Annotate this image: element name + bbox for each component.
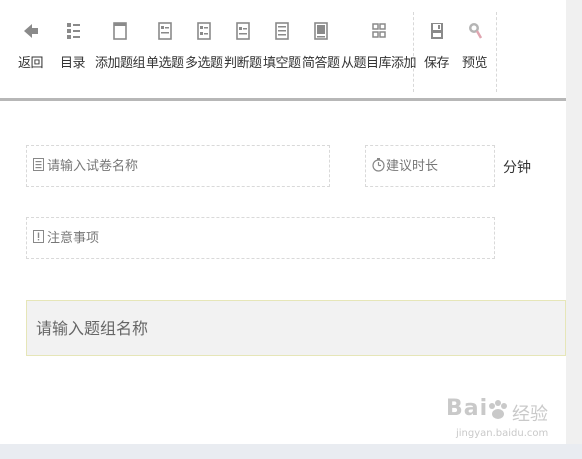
fill-blank-button[interactable]: 填空题: [263, 20, 301, 71]
short-answer-button[interactable]: 简答题: [302, 20, 340, 71]
short-answer-icon: [313, 22, 328, 40]
judgment-label: 判断题: [224, 56, 262, 71]
judgment-button[interactable]: 判断题: [224, 20, 262, 71]
add-from-bank-button[interactable]: 从题目库添加: [341, 20, 417, 71]
watermark-brand-cn: 经验: [512, 404, 548, 425]
clock-icon: [372, 158, 385, 172]
back-label: 返回: [18, 56, 44, 71]
add-group-icon: [113, 22, 127, 40]
multi-choice-label: 多选题: [185, 56, 223, 71]
save-icon: [430, 23, 443, 39]
preview-button[interactable]: 预览: [462, 20, 488, 71]
right-scroll-edge: [566, 0, 582, 459]
paper-name-input[interactable]: [47, 146, 325, 186]
watermark-brand: Bai: [446, 396, 489, 421]
question-group-name-field[interactable]: [26, 300, 566, 356]
question-group-name-input[interactable]: [36, 301, 556, 355]
notice-icon: [33, 230, 44, 243]
duration-field[interactable]: [365, 145, 495, 187]
single-choice-button[interactable]: 单选题: [146, 20, 184, 71]
bottom-scroll-edge: [0, 444, 582, 459]
fill-blank-icon: [274, 22, 289, 40]
save-button[interactable]: 保存: [424, 20, 450, 71]
paper-name-field[interactable]: [26, 145, 330, 187]
single-choice-label: 单选题: [146, 56, 184, 71]
add-group-label: 添加题组: [95, 56, 146, 71]
add-group-button[interactable]: 添加题组: [95, 20, 146, 71]
multi-choice-button[interactable]: 多选题: [185, 20, 223, 71]
question-bank-icon: [371, 23, 386, 38]
preview-label: 预览: [462, 56, 488, 71]
toolbar-divider: [413, 12, 414, 92]
single-choice-icon: [157, 22, 172, 40]
save-label: 保存: [424, 56, 450, 71]
preview-icon: [468, 23, 482, 39]
paw-logo-icon: [489, 400, 507, 419]
watermark-url: jingyan.baidu.com: [456, 428, 549, 439]
fill-blank-label: 填空题: [263, 56, 301, 71]
notes-field[interactable]: [26, 217, 495, 259]
duration-input[interactable]: [386, 146, 490, 186]
duration-unit: 分钟: [503, 160, 531, 176]
add-from-bank-label: 从题目库添加: [341, 56, 417, 71]
short-answer-label: 简答题: [302, 56, 340, 71]
baidu-jingyan-watermark: Bai 经验 jingyan.baidu.com: [446, 396, 556, 442]
toolbar-divider-end: [496, 12, 497, 92]
catalog-label: 目录: [60, 56, 86, 71]
back-button[interactable]: 返回: [18, 20, 44, 71]
notes-input[interactable]: [47, 218, 490, 258]
judgment-icon: [235, 22, 250, 40]
document-icon: [33, 158, 44, 171]
toolbar: 返回 目录 添加题组 单选题 多选题 判断题 填空题 简答题 从题目库添加 保存…: [0, 0, 566, 101]
multi-choice-icon: [196, 22, 211, 40]
catalog-button[interactable]: 目录: [60, 20, 86, 71]
catalog-icon: [66, 23, 80, 39]
back-arrow-icon: [23, 24, 38, 38]
